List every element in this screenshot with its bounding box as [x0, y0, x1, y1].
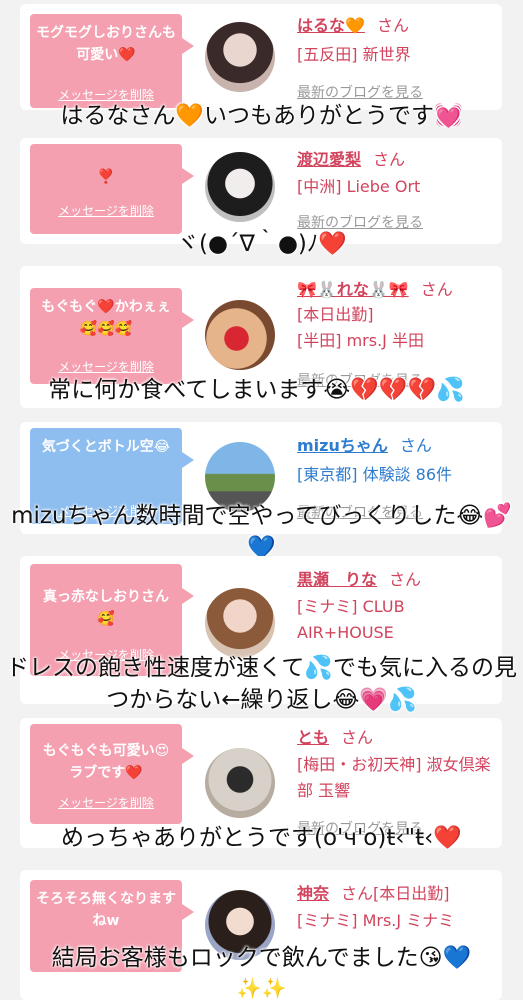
shop-label[interactable]: [中洲] Liebe Ort	[297, 174, 497, 200]
user-name-link[interactable]: とも	[297, 728, 329, 747]
avatar[interactable]	[205, 748, 275, 818]
avatar[interactable]	[205, 300, 275, 370]
user-name-link[interactable]: 黒瀬 りな	[297, 570, 377, 589]
message-text: モグモグしおりさんも可愛い❤️	[36, 25, 176, 63]
message-card: モグモグしおりさんも可愛い❤️ メッセージを削除 はるな🧡 さん [五反田] 新世…	[20, 4, 502, 110]
honorific: さん	[341, 728, 374, 747]
message-text: もぐもぐも可愛い😍ラブです❤️	[42, 743, 170, 781]
message-bubble: もぐもぐ❤️かわぇぇ🥰🥰🥰 メッセージを削除	[30, 288, 194, 384]
avatar[interactable]	[205, 588, 275, 658]
latest-blog-link[interactable]: 最新のブログを見る	[297, 82, 423, 102]
honorific: さん	[399, 436, 432, 455]
honorific: さん	[341, 884, 374, 903]
overlay-caption: 結局お客様もロックで飲んでました😘💙	[51, 945, 472, 971]
shop-label[interactable]: [梅田・お初天神] 淑女倶楽部 玉響	[297, 752, 493, 804]
honorific: さん	[389, 570, 422, 589]
name-row: とも さん	[297, 724, 373, 748]
overlay-caption-sparkles: ✨✨	[236, 976, 287, 1000]
name-row: 神奈 さん[本日出勤]	[297, 880, 450, 904]
shop-label[interactable]: [本日出勤] [半田] mrs.J 半田	[297, 302, 497, 354]
shop-label[interactable]: [ミナミ] Mrs.J ミナミ	[297, 908, 497, 934]
message-bubble: もぐもぐも可愛い😍ラブです❤️ メッセージを削除	[30, 724, 194, 824]
overlay-caption: mizuちゃん数時間で空やってびっくりした😂💕💙	[11, 503, 512, 561]
name-row: はるな🧡 さん	[297, 12, 409, 36]
user-name-link[interactable]: 神奈	[297, 884, 329, 903]
overlay-caption: ドレスの飽き性速度が速くて💦でも気に入るの見つからない←繰り返し😂💗💦	[6, 655, 517, 713]
shop-label[interactable]: [五反田] 新世界	[297, 42, 497, 68]
name-row: 渡辺愛梨 さん	[297, 146, 405, 170]
overlay-caption: 常に何か食べてしまいます😭💔💔💔💦	[48, 377, 465, 403]
message-bubble: ❣️ メッセージを削除	[30, 144, 194, 234]
user-name-link[interactable]: mizuちゃん	[297, 436, 388, 455]
name-row: 黒瀬 りな さん	[297, 566, 421, 590]
avatar[interactable]	[205, 152, 275, 222]
message-text: 真っ赤なしおりさん🥰	[43, 589, 169, 627]
overlay-caption: めっちゃありがとうです(o'ч'o)ŧ‹"ŧ‹❤️	[61, 825, 462, 851]
user-name-link[interactable]: 渡辺愛梨	[297, 150, 361, 169]
message-text: 気づくとボトル空😂	[41, 439, 171, 455]
delete-message-link[interactable]: メッセージを削除	[30, 792, 182, 814]
overlay-caption: ヾ(●´∇｀●)ﾉ❤️	[175, 231, 348, 257]
honorific: さん	[420, 280, 453, 299]
user-name-link[interactable]: 🎀🐰れな🐰🎀	[297, 280, 409, 299]
shop-label[interactable]: [東京都] 体験談 86件	[297, 462, 497, 488]
delete-message-link[interactable]: メッセージを削除	[30, 200, 182, 222]
message-text: そろそろ無くなりますねw	[36, 891, 176, 929]
avatar[interactable]	[205, 22, 275, 92]
message-text: ❣️	[97, 169, 115, 185]
honorific: さん	[373, 150, 406, 169]
overlay-caption: はるなさん🧡いつもありがとうです💓	[60, 103, 463, 129]
name-row: mizuちゃん さん	[297, 432, 432, 456]
message-text: もぐもぐ❤️かわぇぇ🥰🥰🥰	[41, 299, 171, 337]
user-name-link[interactable]: はるな🧡	[297, 16, 365, 35]
name-row: 🎀🐰れな🐰🎀 さん	[297, 276, 453, 300]
status-label: [本日出勤]	[373, 884, 450, 903]
honorific: さん	[376, 16, 409, 35]
message-bubble: モグモグしおりさんも可愛い❤️ メッセージを削除	[30, 14, 194, 108]
shop-label[interactable]: [ミナミ] CLUB AIR+HOUSE	[297, 594, 457, 646]
